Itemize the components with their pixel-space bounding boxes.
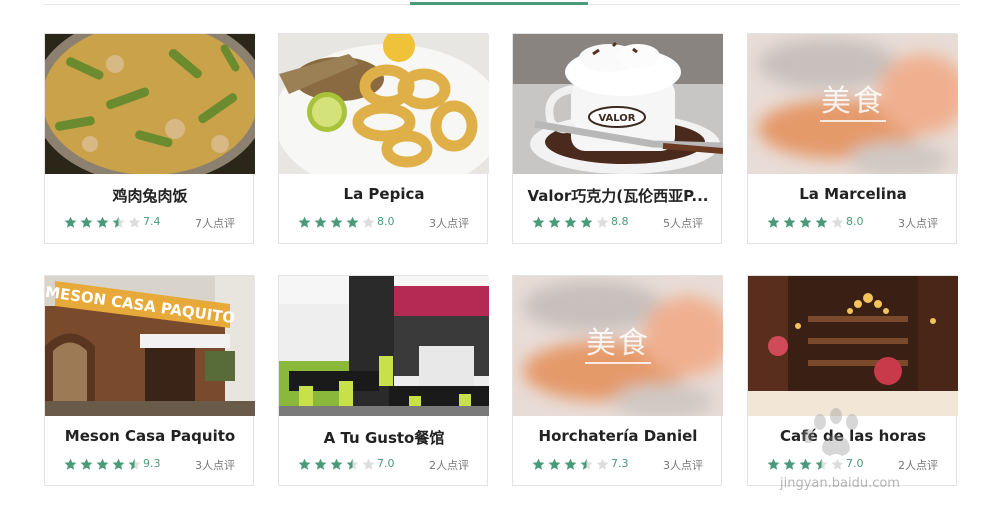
star-icon: [532, 216, 545, 228]
star-icon: [580, 458, 593, 470]
review-count[interactable]: 2人点评: [429, 457, 469, 473]
restaurant-card[interactable]: A Tu Gusto餐馆 7.0 2人点评: [278, 275, 489, 486]
restaurant-photo[interactable]: [279, 276, 489, 416]
rating-score: 9.3: [143, 457, 161, 470]
star-icon: [767, 458, 780, 470]
star-icon: [362, 216, 375, 228]
star-icon: [298, 458, 311, 470]
star-icon: [564, 458, 577, 470]
placeholder-underline: [820, 120, 886, 122]
star-icon: [799, 458, 812, 470]
restaurant-card[interactable]: Café de las horas 7.0 2人点评: [747, 275, 958, 486]
review-count[interactable]: 3人点评: [429, 215, 469, 231]
star-icon: [314, 216, 327, 228]
rating-stars: [298, 215, 378, 229]
rating-stars: [64, 457, 144, 471]
placeholder-underline: [585, 362, 651, 364]
rating-score: 8.0: [846, 215, 864, 228]
active-tab-indicator: [410, 2, 588, 5]
star-icon: [362, 458, 375, 470]
star-icon: [767, 216, 780, 228]
star-icon: [548, 216, 561, 228]
star-icon: [96, 458, 109, 470]
restaurant-card[interactable]: 鸡肉兔肉饭 7.4 7人点评: [44, 33, 255, 244]
star-icon: [799, 216, 812, 228]
rating-score: 8.8: [611, 215, 629, 228]
review-count[interactable]: 7人点评: [195, 215, 235, 231]
review-count[interactable]: 3人点评: [898, 215, 938, 231]
star-icon: [64, 216, 77, 228]
star-icon: [815, 216, 828, 228]
restaurant-photo[interactable]: [279, 34, 489, 174]
restaurant-name[interactable]: A Tu Gusto餐馆: [279, 427, 489, 448]
restaurant-photo-placeholder[interactable]: 美食: [513, 276, 723, 416]
star-icon: [564, 216, 577, 228]
review-count[interactable]: 3人点评: [663, 457, 703, 473]
restaurant-card[interactable]: MESON CASA PAQUITO Meson Casa Paquito 9.…: [44, 275, 255, 486]
star-icon: [64, 458, 77, 470]
star-icon: [532, 458, 545, 470]
rating-stars: [767, 457, 847, 471]
star-icon: [330, 216, 343, 228]
restaurant-name[interactable]: La Marcelina: [748, 185, 958, 203]
star-icon: [80, 216, 93, 228]
svg-text:VALOR: VALOR: [598, 113, 635, 124]
restaurant-photo[interactable]: VALOR: [513, 34, 723, 174]
placeholder-label: 美食: [586, 326, 650, 361]
restaurant-card[interactable]: La Pepica 8.0 3人点评: [278, 33, 489, 244]
star-icon: [596, 216, 609, 228]
restaurant-photo[interactable]: [45, 34, 255, 174]
restaurant-card[interactable]: 美食 Horchatería Daniel 7.3 3人点评: [512, 275, 723, 486]
star-icon: [346, 216, 359, 228]
rating-stars: [767, 215, 847, 229]
rating-score: 7.0: [846, 457, 864, 470]
placeholder-label: 美食: [821, 84, 885, 119]
review-count[interactable]: 2人点评: [898, 457, 938, 473]
restaurant-card[interactable]: 美食 La Marcelina 8.0 3人点评: [747, 33, 958, 244]
star-icon: [580, 216, 593, 228]
star-icon: [112, 216, 125, 228]
review-count[interactable]: 3人点评: [195, 457, 235, 473]
restaurant-name[interactable]: La Pepica: [279, 185, 489, 203]
restaurant-photo-placeholder[interactable]: 美食: [748, 34, 958, 174]
rating-score: 8.0: [377, 215, 395, 228]
restaurant-name[interactable]: Meson Casa Paquito: [45, 427, 255, 445]
restaurant-name[interactable]: Horchatería Daniel: [513, 427, 723, 445]
star-icon: [815, 458, 828, 470]
star-icon: [128, 458, 141, 470]
review-count[interactable]: 5人点评: [663, 215, 703, 231]
star-icon: [96, 216, 109, 228]
restaurant-name[interactable]: Valor巧克力(瓦伦西亚P...: [513, 185, 723, 206]
star-icon: [596, 458, 609, 470]
restaurant-name[interactable]: Café de las horas: [748, 427, 958, 445]
star-icon: [80, 458, 93, 470]
star-icon: [831, 458, 844, 470]
rating-stars: [298, 457, 378, 471]
star-icon: [128, 216, 141, 228]
restaurant-card[interactable]: VALOR Valor巧克力(瓦伦西亚P... 8.8 5人点评: [512, 33, 723, 244]
restaurant-name[interactable]: 鸡肉兔肉饭: [45, 185, 255, 206]
rating-stars: [532, 457, 612, 471]
star-icon: [314, 458, 327, 470]
restaurant-photo[interactable]: [748, 276, 958, 416]
rating-stars: [532, 215, 612, 229]
rating-score: 7.0: [377, 457, 395, 470]
star-icon: [112, 458, 125, 470]
star-icon: [783, 458, 796, 470]
star-icon: [831, 216, 844, 228]
star-icon: [548, 458, 561, 470]
rating-stars: [64, 215, 144, 229]
rating-score: 7.3: [611, 457, 629, 470]
restaurant-photo[interactable]: MESON CASA PAQUITO: [45, 276, 255, 416]
rating-score: 7.4: [143, 215, 161, 228]
star-icon: [346, 458, 359, 470]
star-icon: [783, 216, 796, 228]
star-icon: [330, 458, 343, 470]
star-icon: [298, 216, 311, 228]
